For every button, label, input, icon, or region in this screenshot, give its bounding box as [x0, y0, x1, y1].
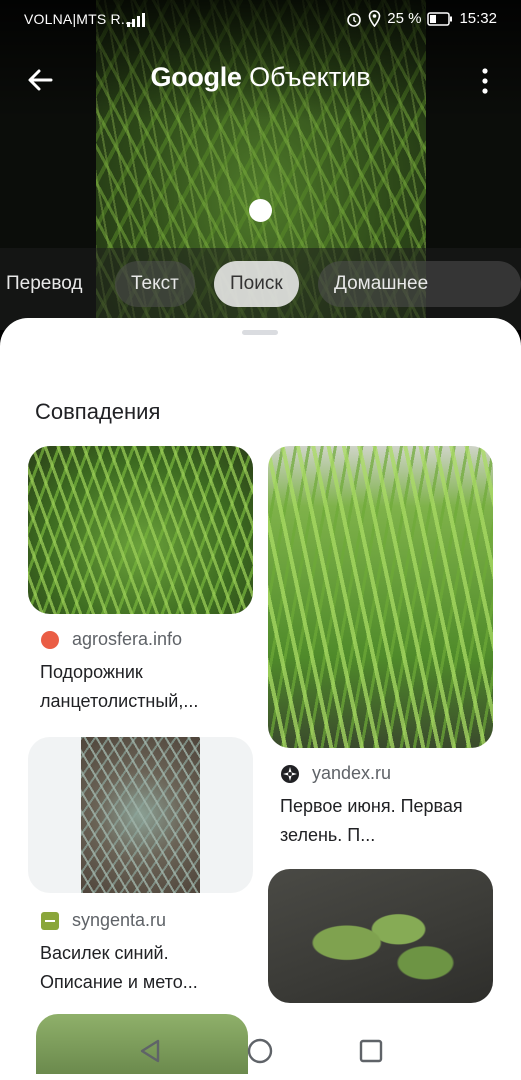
results-sheet[interactable]: Совпадения agrosfera.info Подорожник лан… [0, 318, 521, 1080]
more-vert-icon [482, 68, 488, 94]
circle-home-icon[interactable] [247, 1038, 273, 1064]
tab-homework[interactable]: Домашнее задание [318, 261, 521, 340]
result-source-2[interactable]: yandex.ru [280, 763, 391, 784]
result-image-4[interactable] [268, 869, 493, 1003]
tab-translate[interactable]: Перевод [0, 261, 98, 307]
signal-icon [125, 12, 147, 27]
brand-label: Google [150, 62, 242, 92]
carrier-label: VOLNA|MTS R... [24, 11, 134, 27]
clock: 15:32 [459, 10, 497, 27]
product-label: Объектив [249, 62, 371, 92]
alarm-icon [346, 11, 362, 27]
results-heading: Совпадения [35, 399, 161, 424]
agrosfera-favicon-icon [41, 630, 59, 649]
mode-tabs: Перевод Текст Поиск Домашнее задание [0, 261, 521, 340]
result-title-1[interactable]: Подорожник ланцетолистный,... [40, 658, 255, 716]
more-button[interactable] [479, 66, 491, 96]
source-label: yandex.ru [312, 763, 392, 783]
status-bar: VOLNA|MTS R... 25 % 15:32 [0, 0, 521, 40]
tab-search[interactable]: Поиск [214, 261, 299, 307]
triangle-back-icon[interactable] [138, 1038, 162, 1064]
source-label: syngenta.ru [72, 910, 167, 930]
location-icon [368, 10, 381, 27]
tab-text[interactable]: Текст [115, 261, 195, 307]
battery-icon [427, 11, 453, 26]
result-image-1[interactable] [28, 446, 253, 614]
focus-point[interactable] [249, 199, 272, 222]
result-image-2[interactable] [268, 446, 493, 748]
square-recent-icon[interactable] [359, 1039, 383, 1063]
app-title: Google Объектив [0, 62, 521, 93]
result-source-1[interactable]: agrosfera.info [40, 629, 182, 650]
result-image-3[interactable] [28, 737, 253, 893]
result-source-3[interactable]: syngenta.ru [40, 910, 166, 931]
syngenta-favicon-icon [41, 911, 59, 930]
battery-percent: 25 % [387, 10, 422, 27]
result-title-2[interactable]: Первое июня. Первая зелень. П... [280, 792, 495, 850]
source-label: agrosfera.info [72, 629, 183, 649]
yandex-favicon-icon [281, 764, 299, 783]
sheet-drag-handle[interactable] [242, 330, 278, 335]
system-nav-bar [0, 1022, 521, 1080]
result-title-3[interactable]: Василек синий. Описание и мето... [40, 939, 255, 997]
